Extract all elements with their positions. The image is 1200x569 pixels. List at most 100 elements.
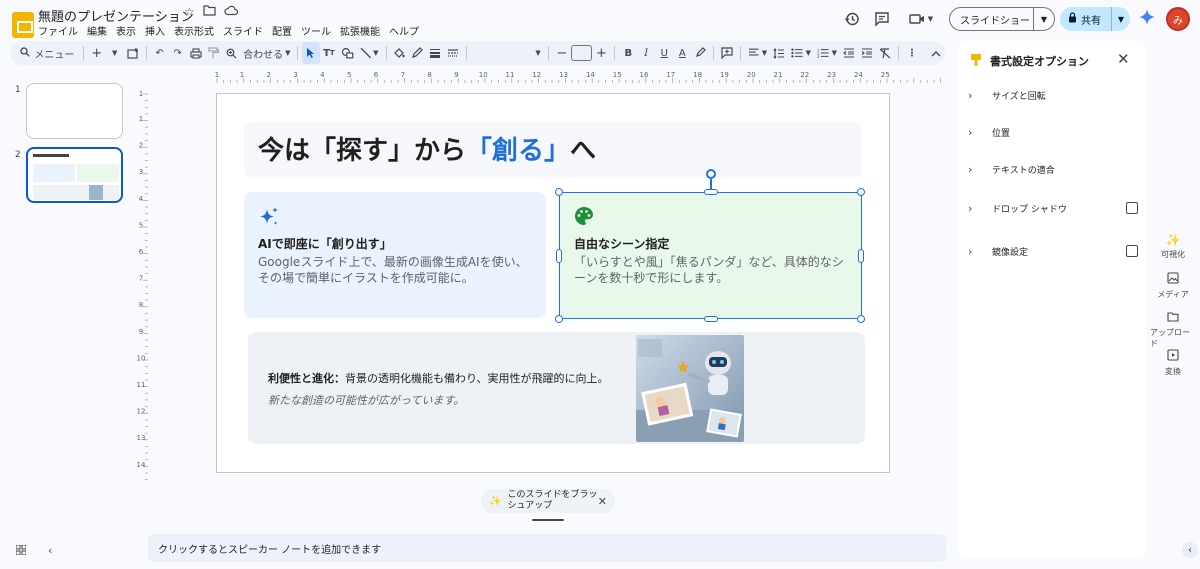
resize-handle-se[interactable]	[857, 315, 865, 323]
menu-edit[interactable]: 編集	[87, 23, 107, 38]
robot-illustration-image[interactable]	[636, 335, 744, 442]
resize-handle-sw[interactable]	[555, 315, 563, 323]
resize-handle-nw[interactable]	[555, 188, 563, 196]
new-slide-layout-icon[interactable]	[124, 42, 142, 64]
slideshow-button[interactable]: スライドショー ▼	[949, 7, 1055, 31]
collapse-filmstrip-icon[interactable]: ‹	[48, 544, 52, 557]
highlight-icon[interactable]	[691, 42, 709, 64]
line-tool-icon[interactable]: ▼	[357, 42, 382, 64]
slide-thumbnail[interactable]	[26, 83, 123, 139]
increase-indent-icon[interactable]	[858, 42, 876, 64]
option-drop-shadow[interactable]: › ドロップ シャドウ	[968, 198, 1138, 218]
decrease-font-size-button[interactable]: −	[553, 42, 571, 64]
print-icon[interactable]	[187, 42, 205, 64]
slide-number: 2	[15, 150, 21, 160]
undo-icon[interactable]: ↶	[151, 42, 169, 64]
slideshow-label[interactable]: スライドショー	[950, 8, 1034, 30]
rail-visualize[interactable]: ✨ 可視化	[1150, 233, 1196, 260]
new-slide-button[interactable]: +	[88, 42, 106, 64]
star-icon[interactable]: ☆	[184, 5, 195, 19]
grid-view-icon[interactable]	[15, 544, 27, 558]
border-color-icon[interactable]	[408, 42, 426, 64]
text-color-icon[interactable]: A	[673, 42, 691, 64]
resize-handle-n[interactable]	[704, 189, 718, 195]
menu-help[interactable]: ヘルプ	[389, 23, 419, 38]
option-label: 鏡像設定	[992, 247, 1029, 258]
resize-handle-w[interactable]	[556, 249, 562, 263]
menu-file[interactable]: ファイル	[38, 23, 78, 38]
slide-thumbnail-selected[interactable]	[26, 147, 123, 203]
gemini-icon[interactable]	[1139, 9, 1155, 29]
align-icon[interactable]: ▼	[745, 42, 770, 64]
move-folder-icon[interactable]	[203, 5, 216, 19]
menu-slide[interactable]: スライド	[223, 23, 263, 38]
option-reflection[interactable]: › 鏡像設定	[968, 241, 1138, 261]
resize-handle-ne[interactable]	[857, 188, 865, 196]
chevron-down-icon[interactable]: ▼	[106, 42, 124, 64]
shape-icon[interactable]	[338, 42, 357, 64]
slides-logo[interactable]	[12, 12, 34, 38]
slide-title[interactable]: 今は「探す」から「創る」へ	[258, 130, 596, 167]
more-options-icon[interactable]: ⋮	[903, 42, 921, 64]
bulleted-list-icon[interactable]: ▼	[788, 42, 814, 64]
select-tool-icon[interactable]	[301, 42, 320, 64]
resize-handle-e[interactable]	[858, 249, 864, 263]
card-heading: AIで即座に「創り出す」	[258, 237, 392, 251]
zoom-select[interactable]: 合わせる ▼	[241, 42, 293, 64]
rail-media[interactable]: メディア	[1150, 272, 1196, 300]
text-box-icon[interactable]: TT	[320, 42, 338, 64]
reflection-checkbox[interactable]	[1126, 245, 1138, 257]
rail-convert[interactable]: 変換	[1150, 349, 1196, 377]
menu-view[interactable]: 表示	[116, 23, 136, 38]
resize-handle-s[interactable]	[704, 316, 718, 322]
menu-extensions[interactable]: 拡張機能	[340, 23, 380, 38]
decrease-indent-icon[interactable]	[840, 42, 858, 64]
speaker-notes[interactable]: クリックするとスピーカー ノートを追加できます	[148, 534, 946, 562]
option-text-fitting[interactable]: › テキストの適合	[968, 159, 1138, 179]
menu-arrange[interactable]: 配置	[272, 23, 292, 38]
fill-color-icon[interactable]	[390, 42, 408, 64]
brush-up-chip[interactable]: ✨ このスライドをブラッシュアップ ✕	[481, 489, 615, 513]
font-size-input[interactable]	[570, 45, 593, 61]
italic-icon[interactable]: I	[637, 42, 655, 64]
menu-tools[interactable]: ツール	[301, 23, 331, 38]
share-button[interactable]: 共有 ▼	[1060, 7, 1130, 31]
option-position[interactable]: › 位置	[968, 122, 1138, 142]
zoom-icon[interactable]	[223, 42, 241, 64]
avatar[interactable]: み	[1166, 7, 1190, 31]
paint-format-icon[interactable]	[205, 42, 223, 64]
insert-comment-icon[interactable]	[718, 42, 736, 64]
close-icon[interactable]: ✕	[598, 496, 607, 507]
redo-icon[interactable]: ↷	[169, 42, 187, 64]
bold-icon[interactable]: B	[619, 42, 637, 64]
menu-insert[interactable]: 挿入	[145, 23, 165, 38]
line-spacing-icon[interactable]	[770, 42, 788, 64]
rail-upload[interactable]: アップロード	[1150, 311, 1196, 349]
rotate-handle[interactable]	[706, 169, 716, 179]
search-menu-button[interactable]: メニュー	[18, 42, 77, 64]
chevron-down-icon[interactable]: ▼	[1034, 15, 1054, 24]
comment-icon[interactable]	[871, 8, 893, 30]
border-dash-icon[interactable]	[444, 42, 462, 64]
cloud-status-icon[interactable]	[224, 5, 238, 19]
numbered-list-icon[interactable]: 123 ▼	[814, 42, 840, 64]
card-body: Googleスライド上で、最新の画像生成AIを使い、その場で簡単にイラストを作成…	[258, 255, 528, 285]
version-history-icon[interactable]	[841, 8, 863, 30]
increase-font-size-button[interactable]: +	[592, 42, 610, 64]
collapse-toolbar-icon[interactable]	[927, 42, 945, 64]
menu-format[interactable]: 表示形式	[174, 23, 214, 38]
border-weight-icon[interactable]	[426, 42, 444, 64]
chevron-down-icon[interactable]: ▼	[1112, 15, 1130, 24]
summary-box[interactable]	[248, 332, 865, 444]
font-select[interactable]: ▼	[471, 42, 543, 64]
clear-formatting-icon[interactable]	[876, 42, 894, 64]
notes-resize-handle[interactable]	[532, 519, 564, 521]
meet-icon[interactable]: ▼	[906, 8, 936, 30]
option-size-rotation[interactable]: › サイズと回転	[968, 85, 1138, 105]
close-icon[interactable]: ✕	[1117, 50, 1130, 68]
option-label: テキストの適合	[992, 165, 1055, 176]
menu-bar: ファイル 編集 表示 挿入 表示形式 スライド 配置 ツール 拡張機能 ヘルプ	[38, 23, 419, 38]
drop-shadow-checkbox[interactable]	[1126, 202, 1138, 214]
expand-side-panel-icon[interactable]: ‹	[1182, 542, 1198, 558]
underline-icon[interactable]: U	[655, 42, 673, 64]
